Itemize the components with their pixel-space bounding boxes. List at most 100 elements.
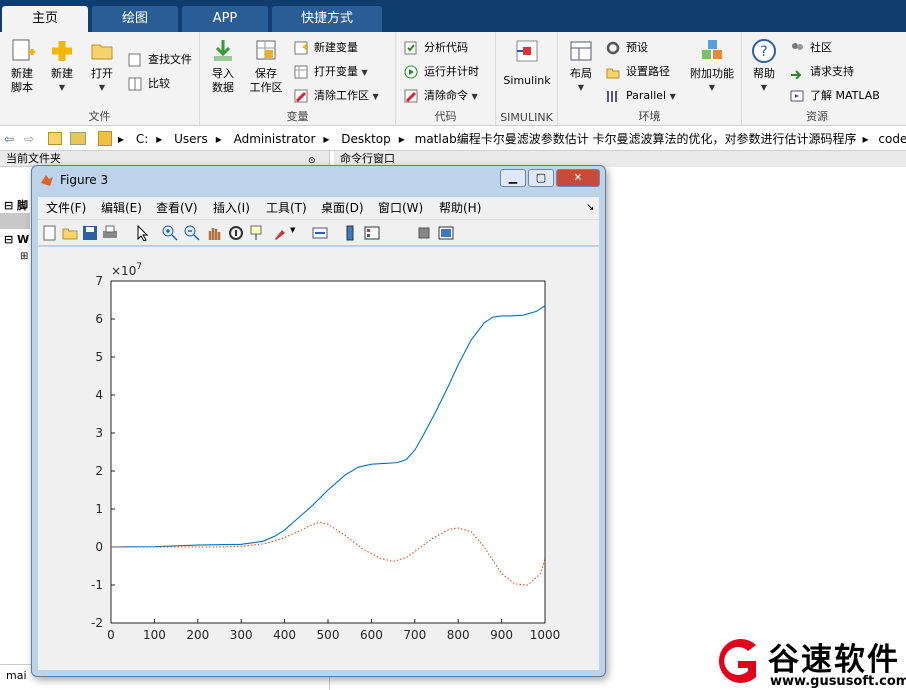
new-script-icon (9, 38, 35, 64)
set-path-button[interactable]: 设置路径 (606, 62, 670, 82)
request-support-button[interactable]: 请求支持 (790, 62, 854, 82)
legend-icon[interactable] (364, 225, 380, 241)
parallel-button[interactable]: Parallel ▼ (606, 86, 676, 106)
tab-shortcuts[interactable]: 快捷方式 (272, 6, 382, 32)
run-and-time-label: 运行并计时 (424, 65, 479, 78)
y-exponent-label: ×107 (111, 262, 142, 278)
section-resources: ? 帮助 ▼ 社区 请求支持 了解 MATLAB 资源 (742, 32, 892, 126)
hide-plot-tools-icon[interactable] (416, 225, 432, 241)
menu-window[interactable]: 窗口(W) (378, 197, 423, 219)
breadcrumb-separator-icon: ▸ (323, 132, 330, 146)
x-tick-label: 1000 (530, 628, 561, 642)
forward-icon[interactable]: ⇨ (24, 127, 34, 151)
preferences-label: 预设 (626, 41, 648, 54)
up-folder-icon[interactable] (48, 132, 62, 145)
pan-hand-icon[interactable] (206, 225, 222, 241)
menu-help[interactable]: 帮助(H) (439, 197, 481, 219)
menu-desktop[interactable]: 桌面(D) (321, 197, 364, 219)
clear-commands-button[interactable]: 清除命令 ▼ (404, 86, 478, 106)
import-label: 导入 数据 (212, 67, 234, 94)
brush-dropdown-icon[interactable]: ▼ (290, 226, 295, 234)
pointer-icon[interactable] (134, 225, 150, 241)
zoom-in-icon[interactable] (162, 225, 178, 241)
learn-matlab-button[interactable]: 了解 MATLAB (790, 86, 880, 106)
breadcrumb-item[interactable]: code (878, 132, 906, 146)
import-data-button[interactable]: 导入 数据 (206, 38, 240, 95)
save-icon[interactable] (82, 225, 98, 241)
compare-label: 比较 (148, 77, 170, 90)
selected-row[interactable] (0, 213, 30, 229)
breadcrumb-separator-icon: ▸ (398, 132, 405, 146)
menu-tools[interactable]: 工具(T) (266, 197, 307, 219)
open-variable-button[interactable]: 打开变量 ▼ (294, 62, 368, 82)
browse-folder-icon[interactable] (70, 132, 86, 145)
find-files-label: 查找文件 (148, 53, 192, 66)
watermark-logo: 谷速软件 www.gususoft.com (706, 632, 906, 690)
new-variable-icon (294, 41, 308, 55)
run-and-time-icon (404, 65, 418, 79)
folder-row[interactable]: ⊟ 脚 (4, 197, 28, 213)
parallel-arrow-icon: ▼ (669, 92, 676, 101)
simulink-button[interactable]: Simulink (502, 38, 552, 88)
x-tick-label: 900 (490, 628, 513, 642)
request-support-label: 请求支持 (810, 65, 854, 78)
analyze-code-label: 分析代码 (424, 41, 468, 54)
community-label: 社区 (810, 41, 832, 54)
section-variable-name: 变量 (286, 110, 309, 123)
save-workspace-button[interactable]: 保存 工作区 (246, 38, 286, 95)
back-icon[interactable]: ⇦ (4, 127, 14, 151)
workspace-row[interactable]: ⊟ W (4, 233, 29, 246)
tab-apps[interactable]: APP (182, 6, 268, 32)
ribbon: 新建 脚本 新建 ▼ 打开 ▼ 查找文件 比较 文件 导入 数据 保存 工作区 新建… (0, 32, 906, 126)
menu-insert[interactable]: 插入(I) (213, 197, 250, 219)
tab-plots[interactable]: 绘图 (92, 6, 178, 32)
dock-arrow-icon[interactable]: ↘ (586, 197, 594, 219)
open-button[interactable]: 打开 ▼ (84, 38, 120, 95)
close-button[interactable]: ✕ (556, 169, 600, 187)
breadcrumb-item[interactable]: Administrator (234, 132, 316, 146)
compare-button[interactable]: 比较 (128, 74, 170, 94)
line-plot[interactable]: 0 100 200 300 400 500 600 700 800 900 1000 -2 -1 0 1 2 3… (38, 247, 599, 670)
colorbar-icon[interactable] (342, 225, 358, 241)
analyze-code-button[interactable]: 分析代码 (404, 38, 468, 58)
find-files-button[interactable]: 查找文件 (128, 50, 192, 70)
menu-view[interactable]: 查看(V) (156, 197, 198, 219)
new-variable-button[interactable]: 新建变量 (294, 38, 358, 58)
new-script-button[interactable]: 新建 脚本 (6, 38, 38, 95)
new-figure-icon[interactable] (42, 225, 58, 241)
maximize-button[interactable]: ▢ (528, 169, 554, 187)
breadcrumb-item[interactable]: matlab编程卡尔曼滤波参数估计 卡尔曼滤波算法的优化，对参数进行估计源码程序 (415, 132, 857, 146)
minimize-button[interactable]: ▁ (500, 169, 526, 187)
brush-icon[interactable] (272, 225, 288, 241)
y-tick-label: 4 (95, 388, 103, 402)
menu-file[interactable]: 文件(F) (46, 197, 86, 219)
preferences-button[interactable]: 预设 (606, 38, 648, 58)
run-and-time-button[interactable]: 运行并计时 (404, 62, 479, 82)
breadcrumb-item[interactable]: Users (174, 132, 208, 146)
breadcrumb-item[interactable]: Desktop (341, 132, 391, 146)
clear-workspace-button[interactable]: 清除工作区 ▼ (294, 86, 379, 106)
open-variable-label: 打开变量 (314, 65, 358, 78)
tab-home[interactable]: 主页 (2, 6, 88, 32)
help-button[interactable]: ? 帮助 ▼ (748, 38, 780, 95)
print-icon[interactable] (102, 225, 118, 241)
rotate-3d-icon[interactable] (228, 225, 244, 241)
clear-workspace-arrow-icon: ▼ (372, 92, 379, 101)
link-plot-icon[interactable] (312, 225, 328, 241)
addons-label: 附加功能 (690, 67, 734, 80)
open-file-icon[interactable] (62, 225, 78, 241)
layout-button[interactable]: 布局 ▼ (566, 38, 596, 95)
addons-button[interactable]: 附加功能 ▼ (686, 38, 738, 95)
breadcrumb-item[interactable]: C: (136, 132, 148, 146)
x-tick-label: 100 (143, 628, 166, 642)
data-cursor-icon[interactable] (250, 225, 266, 241)
y-tick-label: 1 (95, 502, 103, 516)
show-plot-tools-icon[interactable] (438, 225, 454, 241)
expand-icon[interactable]: ⊞ (20, 251, 28, 262)
breadcrumb: ▸ C: ▸ Users ▸ Administrator ▸ Desktop ▸ mat… (118, 127, 906, 151)
menu-edit[interactable]: 编辑(E) (101, 197, 142, 219)
zoom-out-icon[interactable] (184, 225, 200, 241)
community-button[interactable]: 社区 (790, 38, 832, 58)
workspace-row-label: W (17, 233, 30, 246)
new-button[interactable]: 新建 ▼ (44, 38, 80, 95)
